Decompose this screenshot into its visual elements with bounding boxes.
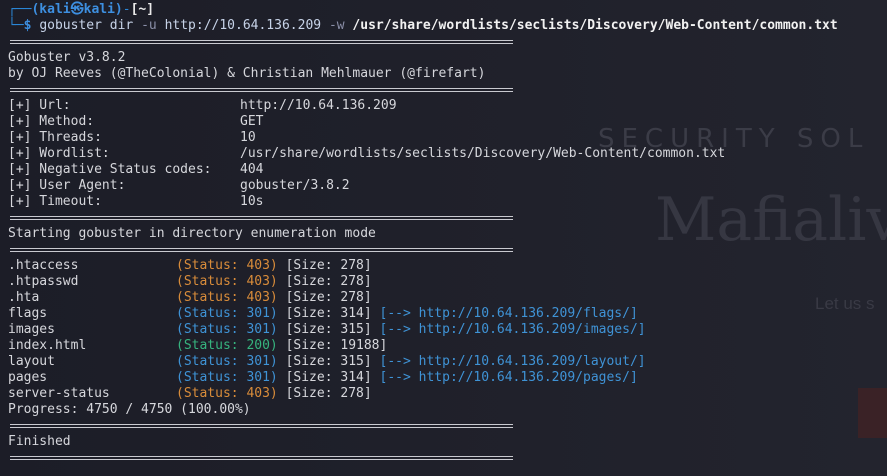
- progress-line: Progress: 4750 / 4750 (100.00%): [8, 402, 251, 417]
- info-key: [+] Method:: [8, 114, 95, 129]
- result-size: [Size: 315]: [285, 354, 372, 369]
- result-row: server-status (Status: 403) [Size: 278]: [8, 386, 838, 402]
- info-row: [+] Wordlist: /usr/share/wordlists/seclis…: [8, 146, 838, 162]
- prompt-corner-top: ┌──: [8, 2, 32, 17]
- result-status: (Status: 403): [176, 386, 278, 401]
- info-key: [+] Negative Status codes:: [8, 162, 212, 177]
- result-path: images: [8, 322, 55, 337]
- prompt-line-1: ┌──(kali㉿kali)-[~]: [8, 2, 838, 18]
- result-size: [Size: 278]: [285, 274, 372, 289]
- result-status: (Status: 301): [176, 370, 278, 385]
- result-path: index.html: [8, 338, 87, 353]
- separator: [8, 210, 838, 226]
- info-row: [+] Threads: 10: [8, 130, 838, 146]
- info-value: gobuster/3.8.2: [240, 178, 350, 193]
- info-value: 10: [240, 130, 256, 145]
- info-value: http://10.64.136.209: [240, 98, 397, 113]
- info-value: 10s: [240, 194, 264, 209]
- command-name: gobuster: [39, 18, 102, 33]
- background-button-fragment: [858, 388, 887, 438]
- info-key: [+] Url:: [8, 98, 71, 113]
- info-row: [+] Method: GET: [8, 114, 838, 130]
- prompt-corner-bottom: └─: [8, 18, 24, 33]
- info-row: [+] Url: http://10.64.136.209: [8, 98, 838, 114]
- result-path: .htaccess: [8, 258, 79, 273]
- result-size: [Size: 314]: [285, 306, 372, 321]
- result-row: .htaccess (Status: 403) [Size: 278]: [8, 258, 838, 274]
- separator: [8, 34, 838, 50]
- command-arg-mode: dir: [109, 18, 134, 33]
- separator: [8, 242, 838, 258]
- command-flag-url: -u: [141, 18, 157, 33]
- result-row: .htpasswd (Status: 403) [Size: 278]: [8, 274, 838, 290]
- result-row: pages (Status: 301) [Size: 314] [--> http…: [8, 370, 838, 386]
- result-status: (Status: 403): [176, 274, 278, 289]
- prompt-line-2[interactable]: └─$ gobuster dir -u http://10.64.136.209…: [8, 18, 838, 34]
- banner-authors: by OJ Reeves (@TheColonial) & Christian …: [8, 66, 486, 81]
- finished-message: Finished: [8, 434, 71, 449]
- command-arg-wordlist: /usr/share/wordlists/seclists/Discovery/…: [352, 18, 838, 33]
- prompt-symbol: $: [23, 18, 32, 33]
- separator: [8, 450, 838, 466]
- result-status: (Status: 301): [176, 306, 278, 321]
- result-size: [Size: 278]: [285, 258, 372, 273]
- prompt-directory: [~]: [130, 2, 155, 17]
- info-row: [+] User Agent: gobuster/3.8.2: [8, 178, 838, 194]
- info-row: [+] Negative Status codes: 404: [8, 162, 838, 178]
- info-row: [+] Timeout: 10s: [8, 194, 838, 210]
- result-size: [Size: 314]: [285, 370, 372, 385]
- result-path: flags: [8, 306, 48, 321]
- info-key: [+] Wordlist:: [8, 146, 110, 161]
- info-value: /usr/share/wordlists/seclists/Discovery/…: [240, 146, 726, 161]
- result-path: server-status: [8, 386, 110, 401]
- banner-version: Gobuster v3.8.2: [8, 50, 126, 65]
- result-row: index.html (Status: 200) [Size: 19188]: [8, 338, 838, 354]
- result-size: [Size: 19188]: [285, 338, 388, 353]
- command-flag-wordlist: -w: [328, 18, 345, 33]
- result-status: (Status: 403): [176, 290, 278, 305]
- result-row: flags (Status: 301) [Size: 314] [--> http…: [8, 306, 838, 322]
- result-row: .hta (Status: 403) [Size: 278]: [8, 290, 838, 306]
- result-status: (Status: 403): [176, 258, 278, 273]
- result-path: .hta: [8, 290, 40, 305]
- start-message: Starting gobuster in directory enumerati…: [8, 226, 376, 241]
- command-arg-url: http://10.64.136.209: [164, 18, 322, 33]
- info-key: [+] Threads:: [8, 130, 102, 145]
- result-size: [Size: 278]: [285, 290, 372, 305]
- result-status: (Status: 301): [176, 322, 278, 337]
- prompt-user-host: (kali㉿kali): [31, 2, 123, 17]
- result-size: [Size: 315]: [285, 322, 372, 337]
- result-status: (Status: 301): [176, 354, 278, 369]
- result-path: pages: [8, 370, 48, 385]
- result-redirect-link[interactable]: [--> http://10.64.136.209/layout/]: [380, 354, 646, 369]
- terminal-output[interactable]: ┌──(kali㉿kali)-[~] └─$ gobuster dir -u h…: [8, 2, 838, 466]
- result-redirect-link[interactable]: [--> http://10.64.136.209/flags/]: [380, 306, 638, 321]
- result-row: images (Status: 301) [Size: 315] [--> htt…: [8, 322, 838, 338]
- info-key: [+] User Agent:: [8, 178, 126, 193]
- separator: [8, 82, 838, 98]
- info-value: 404: [240, 162, 264, 177]
- result-row: layout (Status: 301) [Size: 315] [--> htt…: [8, 354, 838, 370]
- info-value: GET: [240, 114, 264, 129]
- info-key: [+] Timeout:: [8, 194, 102, 209]
- result-status: (Status: 200): [176, 338, 278, 353]
- result-path: layout: [8, 354, 55, 369]
- result-redirect-link[interactable]: [--> http://10.64.136.209/images/]: [380, 322, 646, 337]
- result-size: [Size: 278]: [285, 386, 372, 401]
- separator: [8, 418, 838, 434]
- result-redirect-link[interactable]: [--> http://10.64.136.209/pages/]: [380, 370, 638, 385]
- result-path: .htpasswd: [8, 274, 79, 289]
- prompt-dash: -: [122, 2, 131, 17]
